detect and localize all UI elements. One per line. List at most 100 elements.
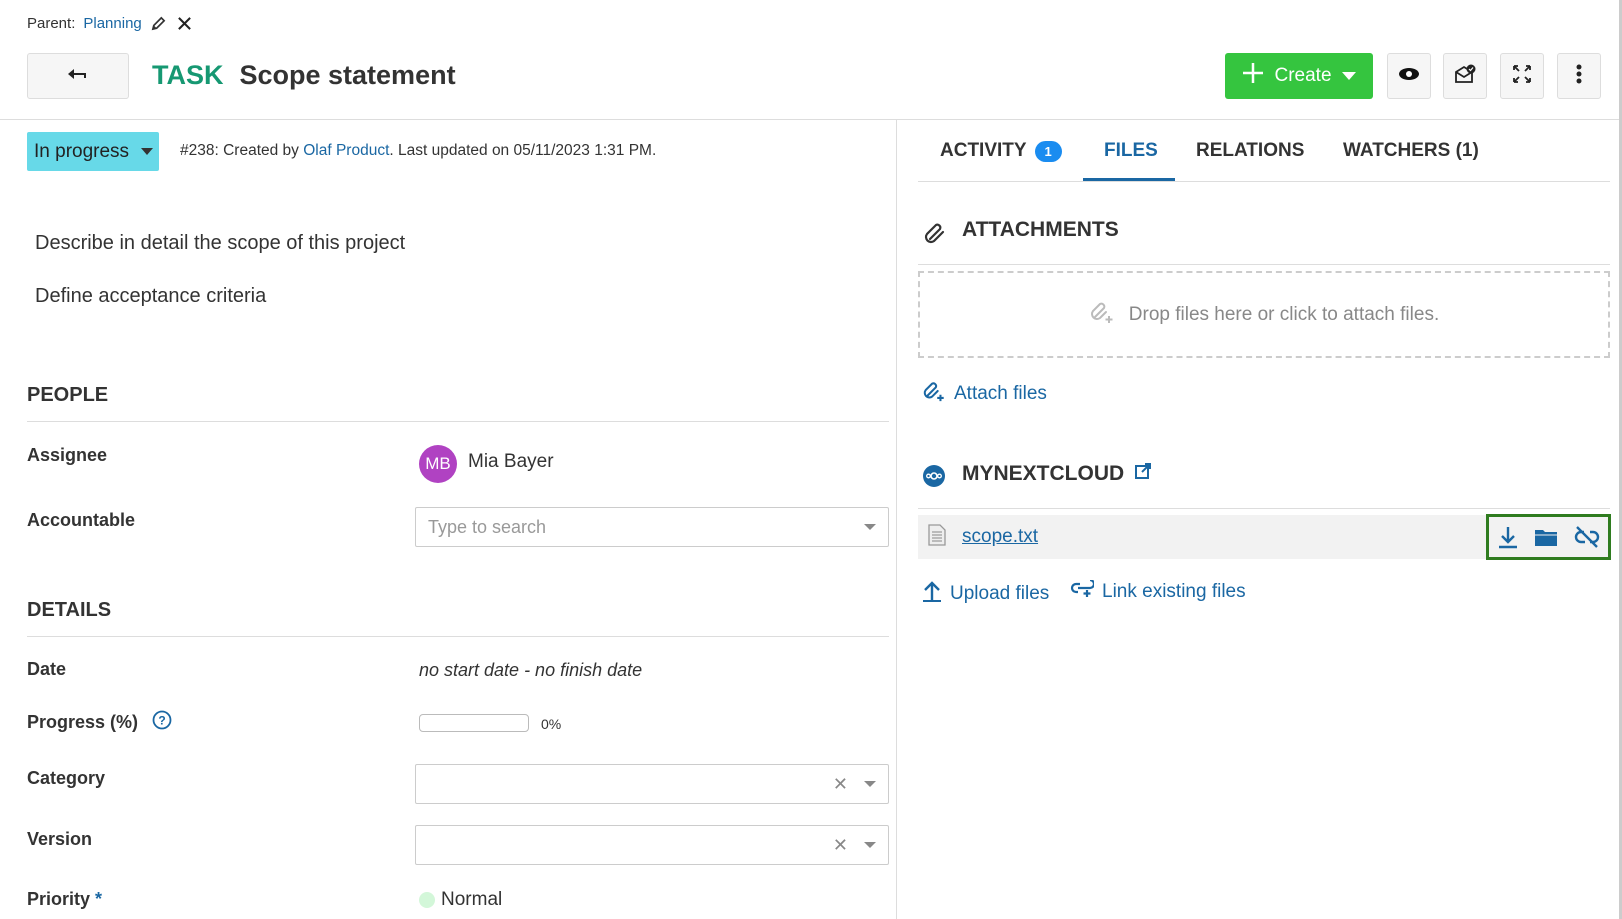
priority-label: Priority <box>27 889 91 909</box>
storage-title-group: MYNEXTCLOUD <box>962 462 1152 486</box>
priority-color-dot <box>419 892 435 908</box>
status-dropdown[interactable]: In progress <box>27 132 159 171</box>
section-divider <box>918 508 1610 509</box>
link-plus-icon <box>1070 578 1096 604</box>
category-label: Category <box>27 768 106 788</box>
expand-icon <box>1512 64 1532 89</box>
parent-label: Parent: <box>27 14 76 32</box>
create-label: Create <box>1274 65 1332 86</box>
tab-label: RELATIONS <box>1196 140 1305 161</box>
tab-watchers[interactable]: WATCHERS (1) <box>1343 140 1479 162</box>
caret-down-icon <box>1341 72 1356 80</box>
upload-files-link[interactable]: Upload files <box>922 580 1049 608</box>
work-package-type: TASK <box>152 60 224 90</box>
column-divider[interactable] <box>896 120 897 919</box>
status-label: In progress <box>34 140 130 162</box>
version-label: Version <box>27 829 93 849</box>
storage-title: MYNEXTCLOUD <box>962 462 1125 485</box>
progress-label-group: Progress (%) ? <box>27 710 172 735</box>
tab-relations[interactable]: RELATIONS <box>1196 140 1304 162</box>
progress-label: Progress (%) <box>27 712 139 732</box>
clear-icon[interactable]: ✕ <box>833 835 848 856</box>
file-actions <box>1486 514 1611 560</box>
section-divider <box>918 264 1610 265</box>
parent-breadcrumb: Parent: Planning <box>27 14 194 32</box>
text-file-icon <box>928 523 946 551</box>
attach-files-label: Attach files <box>954 383 1047 404</box>
svg-text:?: ? <box>158 714 165 728</box>
external-link-icon[interactable] <box>1134 462 1152 486</box>
section-divider <box>27 636 889 637</box>
required-marker: * <box>95 889 103 909</box>
assignee-value[interactable]: Mia Bayer <box>468 451 554 473</box>
details-section-title: DETAILS <box>27 599 112 621</box>
priority-label-group: Priority * <box>27 889 102 910</box>
back-button[interactable] <box>27 53 129 99</box>
nextcloud-icon <box>922 464 946 493</box>
caret-down-icon <box>864 842 876 848</box>
accountable-placeholder: Type to search <box>428 516 547 537</box>
tabs-divider <box>918 181 1610 182</box>
tab-label: FILES <box>1104 140 1158 161</box>
work-package-subject[interactable]: Scope statement <box>240 60 456 91</box>
link-existing-files-link[interactable]: Link existing files <box>1070 578 1246 604</box>
attachments-title: ATTACHMENTS <box>962 218 1119 241</box>
download-icon[interactable] <box>1497 525 1519 549</box>
plus-icon <box>1242 62 1264 90</box>
pencil-icon[interactable] <box>150 14 168 32</box>
unlink-icon[interactable] <box>1574 526 1600 548</box>
dropzone-text: Drop files here or click to attach files… <box>1128 303 1440 325</box>
upload-arrow-icon <box>922 580 942 608</box>
description-line[interactable]: Describe in detail the scope of this pro… <box>35 232 405 255</box>
close-icon[interactable] <box>176 14 194 32</box>
paperclip-plus-icon <box>1089 299 1115 331</box>
help-icon[interactable]: ? <box>152 710 172 735</box>
file-name-link[interactable]: scope.txt <box>962 526 1038 548</box>
people-section-title: PEOPLE <box>27 384 109 406</box>
work-package-meta: #238: Created by Olaf Product. Last upda… <box>180 142 656 160</box>
eye-icon <box>1398 67 1420 86</box>
tab-activity[interactable]: ACTIVITY 1 <box>940 140 1062 162</box>
more-button[interactable] <box>1557 53 1601 99</box>
watch-button[interactable] <box>1387 53 1431 99</box>
paperclip-plus-icon <box>922 379 946 409</box>
description-line[interactable]: Define acceptance criteria <box>35 285 266 308</box>
page-title: TASK Scope statement <box>152 60 456 91</box>
fullscreen-button[interactable] <box>1500 53 1544 99</box>
caret-down-icon <box>864 524 876 530</box>
progress-text: 0% <box>541 716 562 732</box>
tab-label: ACTIVITY <box>940 140 1027 161</box>
meta-prefix: #238: Created by <box>180 142 299 159</box>
author-link[interactable]: Olaf Product <box>303 142 389 159</box>
date-value[interactable]: no start date - no finish date <box>419 660 642 681</box>
accountable-select[interactable]: Type to search <box>415 507 889 547</box>
attachment-dropzone[interactable]: Drop files here or click to attach files… <box>918 271 1610 358</box>
more-vertical-icon <box>1576 64 1582 89</box>
date-label: Date <box>27 659 67 679</box>
tab-label: WATCHERS (1) <box>1343 140 1479 161</box>
parent-link[interactable]: Planning <box>83 15 141 32</box>
back-arrow-icon <box>67 67 89 85</box>
tab-files[interactable]: FILES <box>1104 140 1158 162</box>
avatar: MB <box>419 445 457 483</box>
caret-down-icon <box>141 148 154 155</box>
upload-files-label: Upload files <box>950 583 1050 604</box>
clear-icon[interactable]: ✕ <box>833 774 848 795</box>
accountable-label: Accountable <box>27 510 136 530</box>
create-button[interactable]: Create <box>1225 53 1373 99</box>
header-divider <box>0 119 1620 120</box>
mail-check-icon <box>1454 64 1476 89</box>
attach-files-link[interactable]: Attach files <box>922 379 1047 409</box>
link-existing-label: Link existing files <box>1102 581 1246 602</box>
priority-value[interactable]: Normal <box>441 889 502 911</box>
folder-icon[interactable] <box>1534 527 1558 547</box>
category-select[interactable]: ✕ <box>415 764 889 804</box>
paperclip-icon <box>922 219 948 250</box>
assignee-label: Assignee <box>27 445 108 465</box>
notifications-button[interactable] <box>1443 53 1487 99</box>
activity-count-badge: 1 <box>1034 140 1062 162</box>
section-divider <box>27 421 889 422</box>
version-select[interactable]: ✕ <box>415 825 889 865</box>
progress-bar[interactable] <box>419 714 529 732</box>
caret-down-icon <box>864 781 876 787</box>
